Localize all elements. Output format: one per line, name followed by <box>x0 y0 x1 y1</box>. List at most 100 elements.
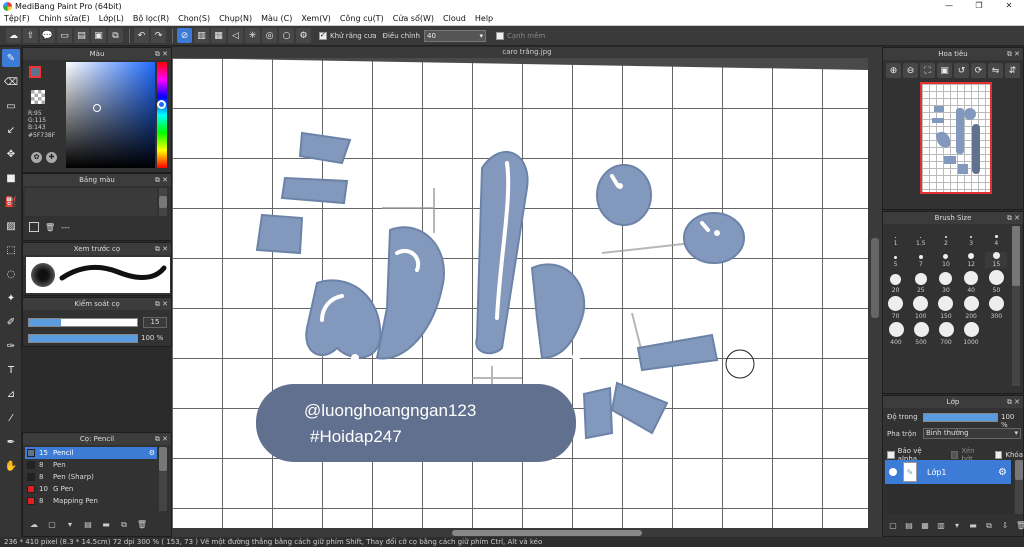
layer-opacity-slider[interactable] <box>923 413 998 422</box>
lock-checkbox[interactable] <box>994 451 1003 459</box>
foreground-color-swatch[interactable] <box>29 66 41 78</box>
minimize-button[interactable]: — <box>934 0 964 12</box>
menu-layer[interactable]: Lớp(L) <box>99 14 124 23</box>
panel-close-icon[interactable]: ⧉ ✕ <box>1007 48 1020 60</box>
hue-slider-thumb[interactable] <box>157 100 166 109</box>
menu-window[interactable]: Cửa sổ(W) <box>393 14 434 23</box>
menu-help[interactable]: Help <box>475 14 493 23</box>
brush-size-cell[interactable]: 1 <box>885 237 907 247</box>
delete-layer-icon[interactable]: 🗑 <box>1015 520 1024 532</box>
brush-size-slider[interactable] <box>28 318 138 327</box>
brush-size-cell[interactable]: 25 <box>910 273 932 294</box>
close-button[interactable]: ✕ <box>994 0 1024 12</box>
canvas-area[interactable]: caro trắng.jpg @luonghoangngan123 #Hoida… <box>172 47 882 537</box>
palette-swatch-area[interactable] <box>25 188 157 216</box>
menu-color[interactable]: Màu (C) <box>261 14 292 23</box>
brush-size-cell[interactable]: 700 <box>935 322 957 346</box>
new-page-icon[interactable]: ▣ <box>91 28 106 43</box>
antialias-checkbox[interactable] <box>319 31 327 40</box>
brush-item-mapping-pen[interactable]: 8 Mapping Pen <box>25 495 157 507</box>
merge-down-icon[interactable]: ⇩ <box>999 520 1011 532</box>
snap-off-icon[interactable]: ⊘ <box>177 28 192 43</box>
move-tool-icon[interactable]: ✥ <box>2 145 20 163</box>
brush-size-scrollbar[interactable] <box>1012 226 1020 386</box>
blend-mode-select[interactable]: Bình thường ▾ <box>923 428 1021 439</box>
saturation-value-picker[interactable] <box>66 62 155 168</box>
menu-cloud[interactable]: Cloud <box>443 14 466 23</box>
lasso-tool-icon[interactable]: ◌ <box>2 265 20 283</box>
menu-snap[interactable]: Chụp(N) <box>219 14 252 23</box>
brush-size-cell[interactable]: 3 <box>960 236 982 247</box>
brush-size-cell[interactable]: 40 <box>960 271 982 294</box>
brush-item-pencil[interactable]: 15 Pencil ⚙ <box>25 447 157 459</box>
delete-palette-icon[interactable]: 🗑 <box>45 223 55 232</box>
eye-visibility-icon[interactable] <box>889 468 897 476</box>
brush-size-cell[interactable]: 10 <box>935 254 957 268</box>
panel-close-icon[interactable]: ⧉ ✕ <box>155 48 168 60</box>
panel-close-icon[interactable]: ⧉ ✕ <box>155 243 168 255</box>
panel-close-icon[interactable]: ⧉ ✕ <box>1007 212 1020 224</box>
soft-edge-toggle[interactable]: Cạnh mềm <box>496 31 545 40</box>
rotate-reset-icon[interactable]: ⟳ <box>971 63 986 78</box>
brush-size-cell[interactable]: 70 <box>885 296 907 320</box>
brush-size-cell[interactable]: 1000 <box>960 322 982 346</box>
antialias-toggle[interactable]: Khử răng cưa <box>319 31 377 40</box>
new-8bit-layer-icon[interactable]: ▦ <box>919 520 931 532</box>
clipping-checkbox[interactable] <box>950 451 959 459</box>
brush-list-scrollbar[interactable] <box>159 447 167 511</box>
bucket-tool-icon[interactable]: ⛽ <box>2 193 20 211</box>
rotate-left-icon[interactable]: ↺ <box>954 63 969 78</box>
brush-settings-gear-icon[interactable]: ⚙ <box>149 449 155 457</box>
duplicate-layer-icon[interactable]: ⧉ <box>983 520 995 532</box>
text-tool-icon[interactable]: T <box>2 361 20 379</box>
brush-cloud-icon[interactable]: ☁ <box>28 519 40 531</box>
layer-scrollbar[interactable] <box>1015 460 1023 514</box>
transparent-color-swatch[interactable] <box>31 90 45 104</box>
panel-close-icon[interactable]: ⧉ ✕ <box>1007 396 1020 408</box>
brush-size-cell[interactable]: 400 <box>885 322 907 346</box>
brush-item-g-pen[interactable]: 10 G Pen <box>25 483 157 495</box>
flip-vertical-icon[interactable]: ⇵ <box>1005 63 1020 78</box>
parallel-snap-icon[interactable]: ▥ <box>194 28 209 43</box>
brush-item-pen[interactable]: 8 Pen <box>25 459 157 471</box>
brush-size-cell[interactable]: 5 <box>885 256 907 268</box>
page-icon[interactable]: ▤ <box>74 28 89 43</box>
dot-tool-icon[interactable]: ↙ <box>2 121 20 139</box>
brush-opacity-slider[interactable] <box>28 334 138 343</box>
brush-size-cell[interactable]: 30 <box>935 272 957 294</box>
delete-brush-icon[interactable]: 🗑 <box>136 519 148 531</box>
perspective-snap-icon[interactable]: ◁ <box>228 28 243 43</box>
drawing-canvas[interactable] <box>172 58 882 537</box>
brush-copy-icon[interactable]: ▤ <box>82 519 94 531</box>
add-brush-icon[interactable]: ▢ <box>46 519 58 531</box>
menu-filter[interactable]: Bộ lọc(R) <box>133 14 169 23</box>
brush-size-cell[interactable]: 2 <box>935 236 957 247</box>
redo-icon[interactable]: ↷ <box>151 28 166 43</box>
rectangle-tool-icon[interactable]: ▭ <box>2 97 20 115</box>
brush-size-cell[interactable]: 300 <box>985 296 1007 320</box>
cloud-icon[interactable]: ☁ <box>6 28 21 43</box>
chat-icon[interactable]: ▭ <box>57 28 72 43</box>
eraser-tool-icon[interactable]: ⌫ <box>2 73 20 91</box>
layer-menu-icon[interactable]: ▾ <box>951 520 963 532</box>
brush-list-scrollbar-thumb[interactable] <box>159 447 167 471</box>
select-tool-icon[interactable]: ⬚ <box>2 241 20 259</box>
grid-snap-icon[interactable]: ▦ <box>211 28 226 43</box>
palette-scrollbar-thumb[interactable] <box>159 196 167 208</box>
brush-size-cell[interactable]: 4 <box>985 235 1007 247</box>
brush-size-cell[interactable]: 50 <box>985 270 1007 294</box>
color-wheel-icon[interactable]: ✿ <box>31 152 42 163</box>
zoom-out-icon[interactable]: ⊖ <box>903 63 918 78</box>
document-tab[interactable]: caro trắng.jpg <box>172 47 882 58</box>
palette-scrollbar[interactable] <box>159 188 167 216</box>
brush-size-cell[interactable]: 100 <box>910 296 932 320</box>
brush-size-cell[interactable]: 20 <box>885 274 907 294</box>
menu-tools[interactable]: Công cụ(T) <box>340 14 384 23</box>
brush-tool-icon[interactable]: ✎ <box>2 49 20 67</box>
upload-icon[interactable]: ⇪ <box>23 28 38 43</box>
navigator-thumbnail[interactable] <box>920 82 992 194</box>
select-pen-tool-icon[interactable]: ✐ <box>2 313 20 331</box>
panel-close-icon[interactable]: ⧉ ✕ <box>155 298 168 310</box>
new-halftone-layer-icon[interactable]: ▤ <box>903 520 915 532</box>
concentric-snap-icon[interactable]: ◎ <box>262 28 277 43</box>
